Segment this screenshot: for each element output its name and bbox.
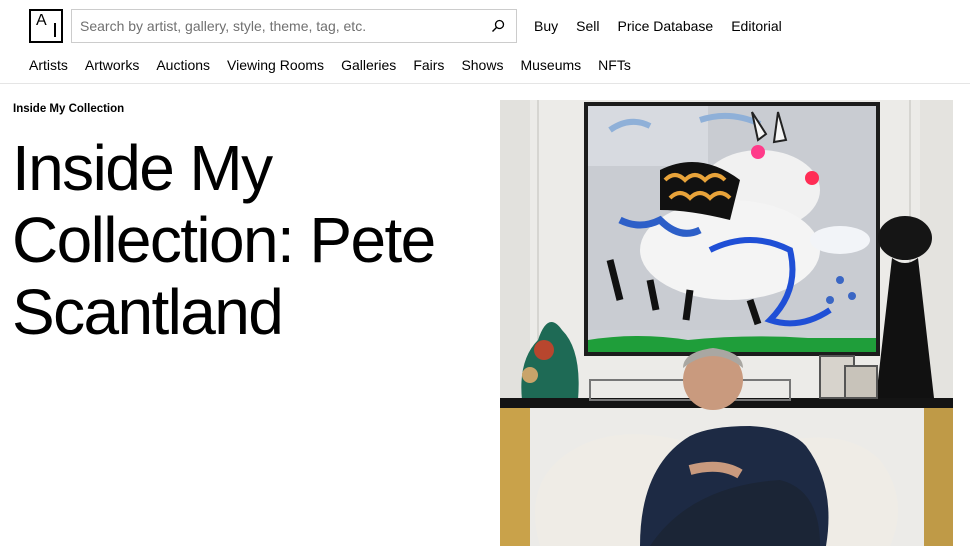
- title-line-1: Inside My: [12, 132, 273, 204]
- title-line-3: Scantland: [12, 276, 284, 348]
- nav-buy-link[interactable]: Buy: [534, 17, 558, 35]
- nav-fairs[interactable]: Fairs: [413, 56, 444, 74]
- article-title: Inside My Collection: Pete Scantland: [12, 132, 492, 348]
- nav-editorial-link[interactable]: Editorial: [731, 17, 782, 35]
- top-nav: Buy Sell Price Database Editorial: [534, 17, 782, 35]
- nav-museums[interactable]: Museums: [520, 56, 581, 74]
- header-divider: [0, 83, 970, 84]
- logo-bar: [54, 23, 56, 37]
- secondary-nav: Artists Artworks Auctions Viewing Rooms …: [29, 56, 631, 74]
- search-icon[interactable]: [480, 10, 516, 42]
- nav-artworks[interactable]: Artworks: [85, 56, 139, 74]
- search-box[interactable]: [71, 9, 517, 43]
- nav-auctions[interactable]: Auctions: [156, 56, 210, 74]
- artsy-logo[interactable]: A: [29, 9, 63, 43]
- nav-price-database-link[interactable]: Price Database: [617, 17, 713, 35]
- logo-letter: A: [36, 12, 47, 29]
- nav-artists[interactable]: Artists: [29, 56, 68, 74]
- title-line-2: Collection: Pete: [12, 204, 436, 276]
- nav-nfts[interactable]: NFTs: [598, 56, 631, 74]
- search-input[interactable]: [72, 10, 480, 42]
- article-kicker[interactable]: Inside My Collection: [13, 103, 124, 115]
- hero-photo-illustration: [500, 100, 953, 546]
- nav-sell-link[interactable]: Sell: [576, 17, 599, 35]
- nav-galleries[interactable]: Galleries: [341, 56, 396, 74]
- nav-shows[interactable]: Shows: [461, 56, 503, 74]
- article-hero-image: [500, 100, 953, 546]
- nav-viewing-rooms[interactable]: Viewing Rooms: [227, 56, 324, 74]
